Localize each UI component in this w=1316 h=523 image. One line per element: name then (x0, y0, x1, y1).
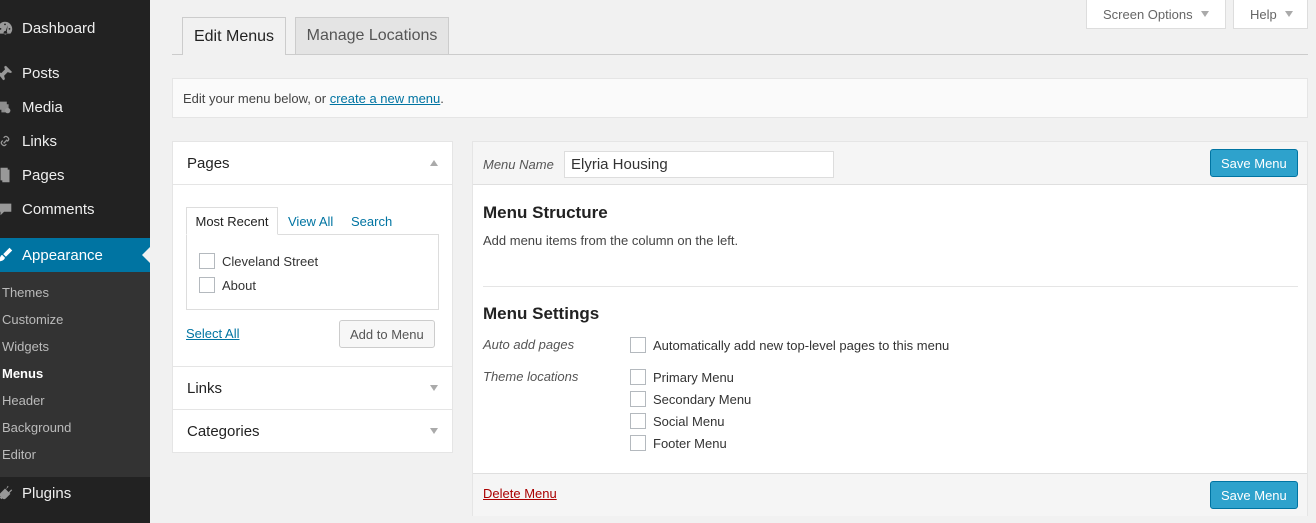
arrow-down-icon (430, 385, 438, 391)
notice-period: . (440, 91, 444, 106)
submenu-item-customize[interactable]: Customize (2, 312, 63, 327)
menu-header: Menu Name Save Menu (473, 142, 1307, 185)
pages-tab-panel (186, 234, 439, 310)
auto-add-pages-label: Auto add pages (483, 337, 575, 352)
tab-most-recent[interactable]: Most Recent (186, 207, 278, 235)
submenu-item-widgets[interactable]: Widgets (2, 339, 49, 354)
media-icon (0, 98, 22, 116)
menu-name-label: Menu Name (483, 157, 554, 172)
plugin-icon (0, 484, 22, 502)
submenu-item-menus[interactable]: Menus (2, 366, 43, 381)
tab-edit-menus[interactable]: Edit Menus (182, 17, 286, 55)
sidebar-item-label: Pages (22, 166, 65, 184)
location-option-row: Secondary Menu (630, 391, 751, 407)
location-option-label: Social Menu (653, 413, 725, 429)
menu-edit-panel: Menu Name Save Menu Menu Structure Add m… (472, 141, 1308, 516)
tabs-divider (172, 54, 1308, 55)
links-accordion-title: Links (187, 379, 223, 397)
appearance-submenu: Themes Customize Widgets Menus Header Ba… (0, 272, 150, 477)
sidebar-item-label: Posts (22, 64, 60, 82)
sidebar-item-label: Media (22, 98, 63, 116)
menu-footer: Delete Menu Save Menu (473, 473, 1307, 516)
section-divider (483, 286, 1298, 287)
menu-name-input[interactable] (564, 151, 834, 178)
auto-add-checkbox[interactable] (630, 337, 646, 353)
save-menu-button[interactable]: Save Menu (1210, 149, 1298, 177)
sidebar-item-label: Comments (22, 200, 95, 218)
location-option-label: Primary Menu (653, 369, 734, 385)
menu-settings-title: Menu Settings (483, 304, 600, 323)
submenu-item-background[interactable]: Background (2, 420, 71, 435)
help-label: Help (1250, 6, 1277, 22)
page-option-label: Cleveland Street (222, 253, 319, 269)
location-option-label: Footer Menu (653, 435, 727, 451)
sidebar-item-appearance[interactable]: Appearance (0, 238, 150, 272)
menu-structure-description: Add menu items from the column on the le… (483, 233, 739, 248)
submenu-item-header[interactable]: Header (2, 393, 45, 408)
location-checkbox[interactable] (630, 413, 646, 429)
sidebar-item-label: Links (22, 132, 58, 150)
screen-options-button[interactable]: Screen Options (1086, 0, 1226, 29)
pages-accordion-title: Pages (187, 154, 230, 172)
sidebar-item-label: Dashboard (22, 19, 96, 37)
categories-accordion-header[interactable]: Categories (173, 410, 452, 452)
caret-down-icon (1284, 11, 1293, 17)
categories-accordion: Categories (172, 409, 453, 453)
auto-add-option-label: Automatically add new top-level pages to… (653, 337, 950, 353)
theme-locations-label: Theme locations (483, 369, 579, 384)
page-checkbox[interactable] (199, 253, 215, 269)
location-option-row: Social Menu (630, 413, 725, 429)
auto-add-option-row: Automatically add new top-level pages to… (630, 337, 949, 353)
add-to-menu-button[interactable]: Add to Menu (339, 320, 435, 348)
paintbrush-icon (0, 246, 22, 264)
sidebar-item-comments[interactable]: Comments (0, 194, 150, 224)
arrow-down-icon (430, 428, 438, 434)
link-icon (0, 132, 22, 150)
delete-menu-link[interactable]: Delete Menu (483, 486, 557, 501)
page-checkbox[interactable] (199, 277, 215, 293)
tab-search[interactable]: Search (351, 214, 392, 229)
arrow-up-icon (430, 160, 438, 166)
comment-icon (0, 200, 22, 218)
sidebar-item-plugins[interactable]: Plugins (0, 478, 150, 508)
help-button[interactable]: Help (1233, 0, 1308, 29)
pages-accordion-header[interactable]: Pages (173, 142, 452, 184)
page-option-row: About (199, 277, 256, 293)
save-menu-button[interactable]: Save Menu (1210, 481, 1298, 509)
notice-text: Edit your menu below, or (183, 91, 330, 106)
location-checkbox[interactable] (630, 369, 646, 385)
sidebar-item-dashboard[interactable]: Dashboard (0, 13, 150, 43)
screen-options-label: Screen Options (1103, 6, 1193, 22)
submenu-item-themes[interactable]: Themes (2, 285, 49, 300)
sidebar-item-posts[interactable]: Posts (0, 58, 150, 88)
pin-icon (0, 64, 22, 82)
create-new-menu-link[interactable]: create a new menu (330, 91, 441, 106)
tab-manage-locations[interactable]: Manage Locations (295, 17, 449, 54)
categories-accordion-title: Categories (187, 422, 260, 440)
tab-view-all[interactable]: View All (288, 214, 333, 229)
page-option-row: Cleveland Street (199, 253, 318, 269)
admin-sidebar: Dashboard Posts Media Links Pages Commen… (0, 0, 150, 523)
location-checkbox[interactable] (630, 435, 646, 451)
pages-icon (0, 166, 22, 184)
sidebar-item-label: Appearance (22, 246, 103, 264)
sidebar-item-label: Plugins (22, 484, 72, 502)
select-all-link[interactable]: Select All (186, 326, 239, 341)
caret-down-icon (1200, 11, 1209, 17)
links-accordion-header[interactable]: Links (173, 367, 452, 409)
dashboard-icon (0, 19, 22, 37)
links-accordion: Links (172, 366, 453, 410)
submenu-item-editor[interactable]: Editor (2, 447, 36, 462)
location-option-row: Footer Menu (630, 435, 727, 451)
location-option-label: Secondary Menu (653, 391, 752, 407)
sidebar-item-pages[interactable]: Pages (0, 160, 150, 190)
page-option-label: About (222, 277, 256, 293)
location-checkbox[interactable] (630, 391, 646, 407)
sidebar-item-media[interactable]: Media (0, 92, 150, 122)
menu-structure-title: Menu Structure (483, 203, 608, 222)
location-option-row: Primary Menu (630, 369, 734, 385)
edit-menu-notice: Edit your menu below, or create a new me… (172, 78, 1308, 118)
sidebar-item-links[interactable]: Links (0, 126, 150, 156)
